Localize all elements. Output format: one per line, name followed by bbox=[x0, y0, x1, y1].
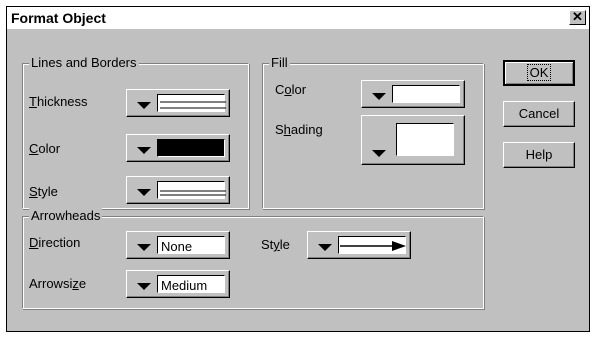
thickness-label: Thickness bbox=[29, 94, 88, 109]
arrow-style-label: Style bbox=[261, 237, 290, 252]
ok-button[interactable]: OK bbox=[503, 60, 575, 86]
dropdown-arrow-icon bbox=[137, 189, 151, 196]
cancel-button-label: Cancel bbox=[518, 106, 560, 121]
close-icon: ✕ bbox=[572, 9, 583, 24]
thickness-sample bbox=[157, 94, 226, 112]
shading-dropdown[interactable] bbox=[361, 115, 465, 165]
arrow-style-sample bbox=[338, 236, 406, 254]
arrowsize-label: Arrowsize bbox=[29, 276, 87, 291]
dropdown-arrow-icon bbox=[137, 102, 151, 109]
fill-color-dropdown[interactable] bbox=[361, 80, 465, 108]
dropdown-arrow-icon bbox=[137, 244, 151, 251]
arrowsize-value: Medium bbox=[157, 275, 225, 293]
help-button-label: Help bbox=[525, 147, 553, 162]
line-style-dropdown[interactable] bbox=[126, 176, 230, 204]
cancel-button[interactable]: Cancel bbox=[503, 101, 575, 127]
lines-borders-group: Lines and Borders Thickness Color Style bbox=[22, 55, 249, 209]
fill-group: Fill Color Shading bbox=[262, 55, 484, 209]
line-color-dropdown[interactable] bbox=[126, 134, 230, 162]
direction-dropdown[interactable]: None bbox=[126, 231, 230, 259]
shading-sample bbox=[396, 123, 454, 156]
line-style-sample bbox=[157, 181, 226, 199]
dropdown-arrow-icon bbox=[372, 93, 386, 100]
close-button[interactable]: ✕ bbox=[569, 10, 586, 25]
fill-color-label: Color bbox=[275, 82, 307, 97]
line-style-icon bbox=[160, 190, 226, 196]
dropdown-arrow-icon bbox=[372, 150, 386, 157]
direction-value: None bbox=[157, 236, 225, 254]
dropdown-arrow-icon bbox=[137, 147, 151, 154]
dropdown-arrow-icon bbox=[318, 244, 332, 251]
thickness-dropdown[interactable] bbox=[126, 89, 230, 117]
dialog-title: Format Object bbox=[11, 10, 106, 26]
style-label: Style bbox=[29, 184, 58, 199]
direction-label: Direction bbox=[29, 235, 81, 250]
color-label: Color bbox=[29, 141, 61, 156]
title-bar: Format Object ✕ bbox=[7, 7, 589, 29]
arrowheads-group: Arrowheads Direction None Style Arrowsiz… bbox=[22, 208, 484, 309]
dropdown-arrow-icon bbox=[137, 283, 151, 290]
lines-borders-legend: Lines and Borders bbox=[29, 55, 139, 70]
help-button[interactable]: Help bbox=[503, 142, 575, 168]
arrowsize-dropdown[interactable]: Medium bbox=[126, 270, 230, 298]
line-color-swatch bbox=[157, 139, 225, 157]
arrow-style-dropdown[interactable] bbox=[307, 231, 411, 259]
ok-button-label: OK bbox=[526, 64, 552, 81]
fill-legend: Fill bbox=[269, 55, 290, 70]
arrow-right-icon bbox=[340, 241, 406, 251]
line-thickness-icon bbox=[160, 101, 226, 109]
format-object-dialog: Format Object ✕ Lines and Borders Thickn… bbox=[6, 6, 590, 332]
shading-label: Shading bbox=[275, 122, 323, 137]
fill-color-swatch bbox=[392, 85, 460, 103]
arrowheads-legend: Arrowheads bbox=[29, 208, 103, 223]
